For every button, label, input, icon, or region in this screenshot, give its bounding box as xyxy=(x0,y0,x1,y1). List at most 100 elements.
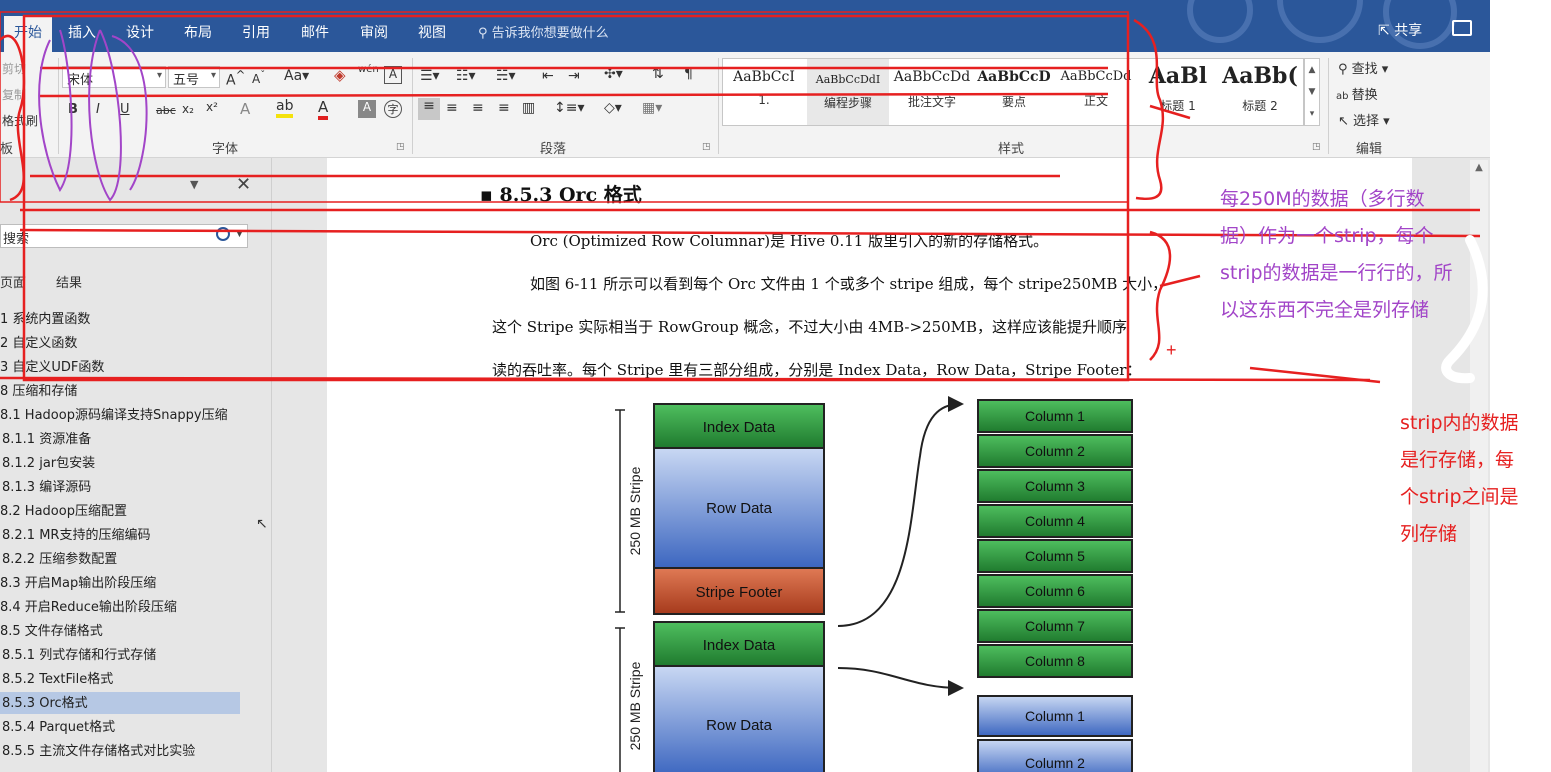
tab-insert[interactable]: 插入 xyxy=(68,22,96,42)
comment-icon[interactable] xyxy=(1452,20,1472,36)
select-button[interactable]: ↖ 选择 ▾ xyxy=(1338,110,1390,129)
column-label: Column 3 xyxy=(1025,478,1085,494)
close-icon[interactable]: ✕ xyxy=(236,174,251,195)
borders-icon[interactable]: ▦▾ xyxy=(642,100,662,116)
style-item[interactable]: AaBbCcDd 正文 xyxy=(1055,59,1137,125)
style-item[interactable]: AaBbCcDd 批注文字 xyxy=(891,59,973,125)
character-shading-icon[interactable]: A xyxy=(358,100,376,118)
nav-item[interactable]: 8.1.2 jar包安装 xyxy=(0,452,240,474)
bullets-icon[interactable]: ☰▾ xyxy=(420,68,440,84)
text-effects-icon[interactable]: A xyxy=(240,100,250,118)
replace-icon: ab xyxy=(1336,91,1352,102)
nav-item[interactable]: 2 自定义函数 xyxy=(0,332,240,354)
tell-me-search[interactable]: ⚲ 告诉我你想要做什么 xyxy=(478,22,609,41)
chevron-down-icon[interactable]: ▼ xyxy=(1305,81,1319,103)
nav-item[interactable]: 8.2.1 MR支持的压缩编码 xyxy=(0,524,240,546)
nav-item[interactable]: 8.5.2 TextFile格式 xyxy=(0,668,240,690)
nav-item[interactable]: 8.5.5 主流文件存储格式对比实验 xyxy=(0,740,240,762)
style-item[interactable]: AaBbCcDdI 编程步骤 xyxy=(807,59,889,125)
lightbulb-icon: ⚲ xyxy=(478,26,492,41)
font-group-label: 字体 xyxy=(212,142,239,157)
phonetic-guide-icon[interactable]: wén xyxy=(358,64,379,75)
style-item[interactable]: AaBbCcI 1. xyxy=(723,59,805,125)
justify-button[interactable]: ≡ xyxy=(498,100,510,116)
nav-item[interactable]: 8.2.2 压缩参数配置 xyxy=(0,548,240,570)
font-name-combo[interactable]: 宋体 ▾ xyxy=(62,66,166,88)
chinese-layout-icon[interactable]: ✣▾ xyxy=(604,66,623,82)
nav-item[interactable]: 8.3 开启Map输出阶段压缩 xyxy=(0,572,240,594)
font-color-icon[interactable]: A xyxy=(318,98,329,120)
nav-item[interactable]: 8.1.1 资源准备 xyxy=(0,428,240,450)
line-spacing-icon[interactable]: ↕≡▾ xyxy=(554,100,585,116)
tab-review[interactable]: 审阅 xyxy=(360,22,388,42)
nav-item[interactable]: 8.2 Hadoop压缩配置 xyxy=(0,500,240,522)
nav-item[interactable]: 8.1 Hadoop源码编译支持Snappy压缩 xyxy=(0,404,240,426)
tab-references[interactable]: 引用 xyxy=(242,22,270,42)
styles-dialog-launcher-icon[interactable]: ◳ xyxy=(1312,142,1321,152)
nav-item[interactable]: 8 压缩和存储 xyxy=(0,380,240,402)
style-item[interactable]: AaBbCcD 要点 xyxy=(973,59,1055,125)
nav-item[interactable]: 1 系统内置函数 xyxy=(0,308,240,330)
scroll-up-icon[interactable]: ▲ xyxy=(1470,162,1488,178)
nav-tab-pages[interactable]: 页面 xyxy=(0,272,26,291)
subscript-button[interactable]: x₂ xyxy=(182,102,194,116)
highlight-color-icon[interactable]: ab xyxy=(276,98,294,118)
more-icon[interactable]: ▾ xyxy=(1305,103,1319,125)
styles-gallery-scroll[interactable]: ▲ ▼ ▾ xyxy=(1304,58,1320,126)
nav-item[interactable]: 3 自定义UDF函数 xyxy=(0,356,240,378)
enclose-characters-icon[interactable]: 字 xyxy=(384,100,402,118)
tab-home[interactable]: 开始 xyxy=(4,16,52,52)
tab-mailings[interactable]: 邮件 xyxy=(301,22,329,42)
nav-item[interactable]: 8.4 开启Reduce输出阶段压缩 xyxy=(0,596,240,618)
shading-icon[interactable]: ◇▾ xyxy=(604,100,622,116)
share-button[interactable]: ⇱ 共享 xyxy=(1378,20,1422,40)
tab-design[interactable]: 设计 xyxy=(126,22,154,42)
chevron-down-icon[interactable]: ▼ xyxy=(236,229,243,239)
distributed-button[interactable]: ▥ xyxy=(522,100,535,116)
sort-icon[interactable]: ⇅ xyxy=(652,66,664,82)
find-button[interactable]: ⚲ 查找 ▾ xyxy=(1338,58,1388,77)
nav-item[interactable]: 8.5 文件存储格式 xyxy=(0,620,240,642)
nav-search-input[interactable]: 搜索 xyxy=(0,224,248,248)
copy-button[interactable]: 复制 xyxy=(2,86,26,103)
bold-button[interactable]: B xyxy=(68,102,78,117)
grow-font-icon[interactable]: A^ xyxy=(226,68,245,89)
index-data-label: Index Data xyxy=(703,637,776,654)
multilevel-list-icon[interactable]: ☵▾ xyxy=(496,68,516,84)
character-border-icon[interactable]: A xyxy=(384,66,402,84)
tab-view[interactable]: 视图 xyxy=(418,22,446,42)
nav-item-selected[interactable]: 8.5.3 Orc格式 xyxy=(0,692,240,714)
font-size-combo[interactable]: 五号 ▾ xyxy=(168,66,220,88)
shrink-font-icon[interactable]: Aˇ xyxy=(252,70,265,86)
chevron-up-icon[interactable]: ▲ xyxy=(1305,59,1319,81)
strikethrough-button[interactable]: abc xyxy=(156,104,176,117)
clear-formatting-icon[interactable]: ◈ xyxy=(334,66,346,84)
increase-indent-icon[interactable]: ⇥ xyxy=(568,68,580,84)
align-right-button[interactable]: ≡ xyxy=(472,100,484,116)
replace-button[interactable]: ab 替换 xyxy=(1336,84,1378,103)
change-case-icon[interactable]: Aa▾ xyxy=(284,68,309,84)
nav-item[interactable]: 8.1.3 编译源码 xyxy=(0,476,240,498)
numbering-icon[interactable]: ☷▾ xyxy=(456,68,476,84)
cut-button[interactable]: 剪切 xyxy=(2,60,26,77)
nav-tab-results[interactable]: 结果 xyxy=(56,272,82,291)
style-item[interactable]: AaBl 标题 1 xyxy=(1137,59,1219,125)
underline-button[interactable]: U xyxy=(120,102,130,117)
nav-item[interactable]: 8.5.4 Parquet格式 xyxy=(0,716,240,738)
paragraph-dialog-launcher-icon[interactable]: ◳ xyxy=(702,142,711,152)
search-icon[interactable] xyxy=(216,227,230,241)
format-painter-button[interactable]: 格式刷 xyxy=(2,112,38,129)
style-item[interactable]: AaBb(标题 2 xyxy=(1219,59,1301,125)
show-marks-icon[interactable]: ¶ xyxy=(684,66,693,82)
pane-options-icon[interactable]: ▼ xyxy=(190,178,198,191)
italic-button[interactable]: I xyxy=(96,102,100,117)
tab-layout[interactable]: 布局 xyxy=(184,22,212,42)
orc-structure-diagram: 250 MB Stripe 250 MB Stripe Index Data R… xyxy=(615,396,1133,772)
decrease-indent-icon[interactable]: ⇤ xyxy=(542,68,554,84)
font-dialog-launcher-icon[interactable]: ◳ xyxy=(396,142,405,152)
superscript-button[interactable]: x² xyxy=(206,100,218,114)
align-center-button[interactable]: ≡ xyxy=(446,100,458,116)
row-columns-group: Column 1 Column 2 xyxy=(977,695,1133,772)
align-left-button[interactable]: ≡ xyxy=(418,98,440,120)
nav-item[interactable]: 8.5.1 列式存储和行式存储 xyxy=(0,644,240,666)
